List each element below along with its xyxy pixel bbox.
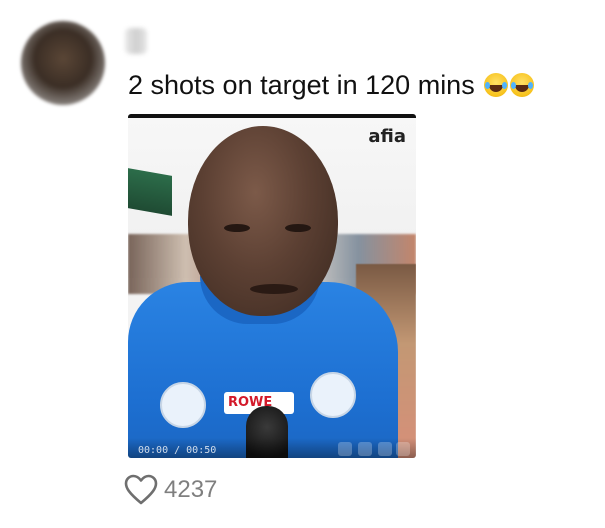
laughing-emoji-icon <box>510 73 535 97</box>
heart-outline-icon[interactable] <box>124 474 158 506</box>
comment-card: 2 shots on target in 120 mins ROWE afia … <box>0 0 605 528</box>
fullscreen-icon[interactable] <box>396 442 410 456</box>
shirt-badge-left <box>160 382 206 428</box>
avatar[interactable] <box>21 21 105 105</box>
player-eyes <box>220 224 315 236</box>
video-controls: 00:00 / 00:50 <box>128 438 416 458</box>
comment-text: 2 shots on target in 120 mins <box>128 68 535 102</box>
comment-body: 2 shots on target in 120 mins <box>128 70 475 100</box>
captions-icon[interactable] <box>358 442 372 456</box>
like-row: 4237 <box>124 474 217 506</box>
username-redacted[interactable] <box>125 28 147 54</box>
video-player[interactable]: ROWE afia 00:00 / 00:50 <box>128 114 416 458</box>
laughing-emoji-icon <box>484 73 509 97</box>
like-count: 4237 <box>164 476 218 503</box>
stadium-roof <box>128 168 172 216</box>
player-mouth <box>250 284 298 294</box>
video-time-label: 00:00 / 00:50 <box>138 445 217 456</box>
shirt-badge-right <box>310 372 356 418</box>
settings-icon[interactable] <box>338 442 352 456</box>
volume-icon[interactable] <box>378 442 392 456</box>
video-watermark: afia <box>368 126 406 147</box>
